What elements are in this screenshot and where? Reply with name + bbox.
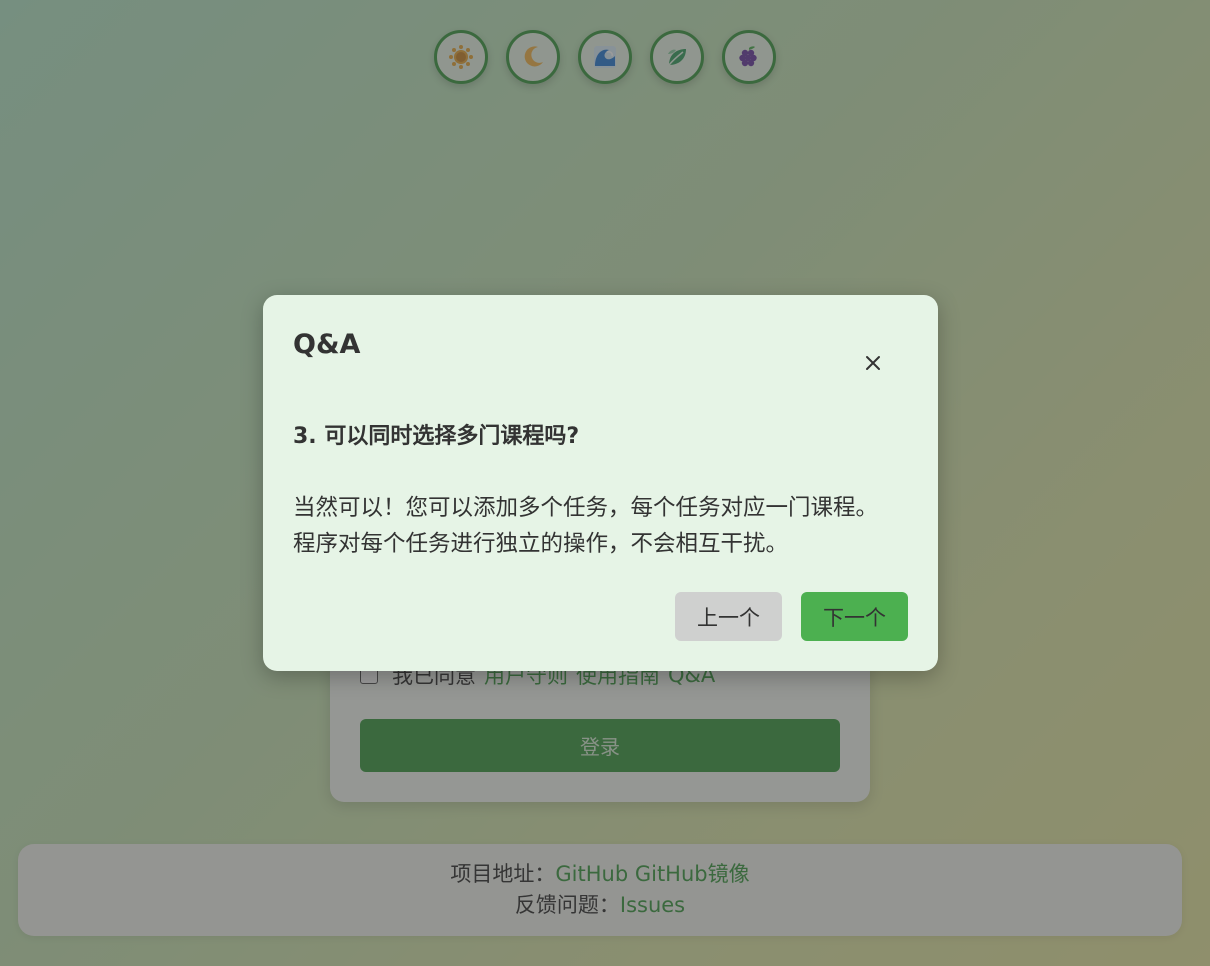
close-icon bbox=[866, 356, 880, 370]
next-button[interactable]: 下一个 bbox=[801, 592, 908, 641]
question-text: 3. 可以同时选择多门课程吗? bbox=[293, 424, 580, 449]
answer-text: 当然可以！您可以添加多个任务，每个任务对应一门课程。程序对每个任务进行独立的操作… bbox=[293, 495, 879, 557]
qa-modal: Q&A 3. 可以同时选择多门课程吗? 当然可以！您可以添加多个任务，每个任务对… bbox=[263, 295, 938, 671]
close-button[interactable] bbox=[859, 349, 887, 377]
modal-title: Q&A bbox=[293, 329, 361, 360]
previous-button[interactable]: 上一个 bbox=[675, 592, 782, 641]
